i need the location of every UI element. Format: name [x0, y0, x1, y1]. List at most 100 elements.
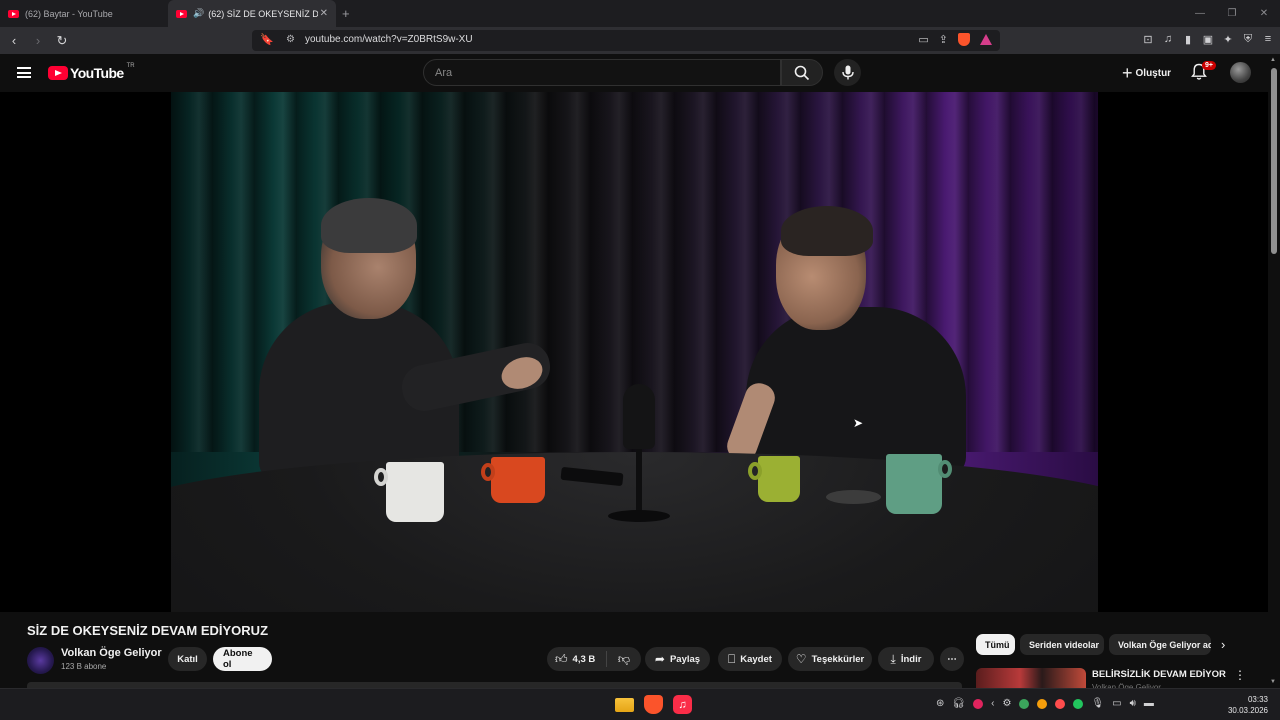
- download-label: İndir: [900, 653, 922, 665]
- join-button[interactable]: Katıl: [168, 647, 207, 671]
- search-input[interactable]: [424, 60, 780, 85]
- create-button[interactable]: + Oluştur: [1116, 63, 1177, 83]
- screenshot-icon[interactable]: ⊡: [1142, 33, 1154, 46]
- headset-icon[interactable]: 🎧︎: [952, 698, 965, 709]
- steam-icon[interactable]: ⊛: [936, 698, 944, 709]
- battery-icon[interactable]: ▬: [1144, 698, 1154, 709]
- site-info-icon[interactable]: ⚙: [286, 34, 295, 45]
- file-explorer-icon[interactable]: [615, 698, 634, 712]
- download-button[interactable]: ⤓ İndir: [878, 647, 934, 671]
- youtube-play-icon: [48, 66, 68, 80]
- share-button[interactable]: ➦ Paylaş: [645, 647, 710, 671]
- restore-icon[interactable]: ❐: [1216, 8, 1248, 19]
- speaker-icon[interactable]: 🔊: [193, 8, 204, 19]
- app-tray-icon[interactable]: [973, 698, 984, 709]
- mic-stand: [636, 447, 642, 517]
- more-actions-button[interactable]: ⋯: [940, 647, 964, 671]
- account-avatar[interactable]: [1230, 62, 1251, 83]
- dislike-button[interactable]: 👎︎: [607, 652, 641, 667]
- scrollbar-thumb[interactable]: [1271, 68, 1277, 254]
- green-mug: [748, 456, 800, 502]
- channel-avatar[interactable]: [27, 647, 54, 674]
- system-clock[interactable]: 03:33 30.03.2026: [1228, 694, 1268, 716]
- search-button[interactable]: [781, 59, 823, 86]
- menu-icon[interactable]: ≡: [1262, 33, 1274, 46]
- hamburger-menu-icon[interactable]: [17, 67, 31, 78]
- brave-rewards-icon[interactable]: [980, 34, 992, 45]
- volume-icon[interactable]: 🔊︎: [1130, 698, 1136, 709]
- chip-all[interactable]: Tümü: [976, 634, 1015, 655]
- forward-icon[interactable]: ›: [28, 33, 48, 48]
- share-label: Paylaş: [669, 653, 701, 665]
- scroll-up-icon[interactable]: ▲: [1270, 57, 1276, 63]
- youtube-logo[interactable]: YouTube TR: [48, 63, 135, 81]
- clock-date: 30.03.2026: [1227, 706, 1268, 715]
- more-horizontal-icon: ⋯: [947, 653, 957, 665]
- brave-browser-icon[interactable]: [644, 695, 663, 714]
- channel-name[interactable]: Volkan Öge Geliyor: [61, 647, 162, 659]
- subscriber-count: 123 B abone: [61, 662, 107, 671]
- scroll-down-icon[interactable]: ▼: [1270, 679, 1276, 685]
- recommendation-title[interactable]: BELİRSİZLİK DEVAM EDİYOR: [1092, 669, 1226, 680]
- chip-channel[interactable]: Volkan Öge Geliyor ad: [1109, 634, 1211, 655]
- sidebar-icon[interactable]: ▮: [1182, 33, 1194, 46]
- address-bar[interactable]: 🔖 ⚙ youtube.com/watch?v=Z0BRtS9w-XU ▭ ⇪: [252, 30, 1000, 51]
- media-icon[interactable]: ♫: [1162, 33, 1174, 46]
- tab-close-icon[interactable]: ✕: [320, 8, 328, 19]
- studio-table: [171, 452, 1098, 612]
- toolbar-right-icons: ⊡ ♫ ▮ ▣ ✦ ⛨ ≡: [1142, 33, 1274, 46]
- vpn-icon[interactable]: ⛨: [1242, 33, 1254, 46]
- save-button[interactable]: ⎕ Kaydet: [718, 647, 782, 671]
- nvidia-icon[interactable]: [1019, 698, 1030, 709]
- video-player[interactable]: ➤: [0, 92, 1268, 612]
- settings-tray-icon[interactable]: ⚙: [1002, 698, 1011, 709]
- thumbs-down-icon: 👎︎: [617, 651, 631, 666]
- windows-taskbar: ♫ ⊛ 🎧︎ ‹ ⚙ 🎙︎ ▭ 🔊︎ ▬ 03:33 30.03.2026: [0, 688, 1280, 720]
- red-app-icon[interactable]: [1055, 698, 1066, 709]
- brave-shields-icon[interactable]: [958, 33, 970, 46]
- tab-current-video[interactable]: 🔊 (62) SİZ DE OKEYSENİZ DEVAM ✕: [168, 0, 336, 27]
- tab-title: (62) SİZ DE OKEYSENİZ DEVAM: [208, 8, 319, 19]
- microphone-tray-icon[interactable]: 🎙︎: [1091, 698, 1104, 709]
- system-tray: ⊛ 🎧︎ ‹ ⚙ 🎙︎ ▭ 🔊︎ ▬: [936, 698, 1154, 709]
- back-icon[interactable]: ‹: [4, 33, 24, 48]
- chevron-up-icon[interactable]: ‹: [991, 698, 994, 709]
- close-window-icon[interactable]: ✕: [1248, 8, 1280, 19]
- wallet-icon[interactable]: ▣: [1202, 33, 1214, 46]
- page-scrollbar[interactable]: ▲ ▼: [1268, 54, 1280, 688]
- orange-mug: [481, 457, 545, 503]
- heart-dollar-icon: ♡: [795, 652, 807, 666]
- url-text[interactable]: youtube.com/watch?v=Z0BRtS9w-XU: [305, 34, 473, 45]
- windows-start-icon[interactable]: [586, 695, 605, 714]
- green-app-icon[interactable]: [1073, 698, 1084, 709]
- bookmark-icon[interactable]: 🔖: [260, 33, 274, 46]
- mouse-cursor-icon: ➤: [853, 416, 864, 430]
- mic-base: [608, 510, 670, 522]
- new-tab-button[interactable]: +: [342, 6, 350, 21]
- voice-search-button[interactable]: [834, 59, 861, 86]
- host-right-hair: [781, 206, 873, 256]
- create-label: Oluştur: [1135, 67, 1172, 79]
- cast-icon[interactable]: ▭: [918, 33, 928, 46]
- security-icon[interactable]: [1037, 698, 1048, 709]
- chip-series-videos[interactable]: Seriden videolar: [1020, 634, 1104, 655]
- like-button[interactable]: 👍︎ 4,3 B: [547, 651, 607, 667]
- tab-baytar[interactable]: (62) Baytar - YouTube: [0, 0, 168, 27]
- more-vertical-icon[interactable]: ⋮: [1234, 668, 1246, 682]
- notifications-button[interactable]: 9+: [1191, 61, 1216, 83]
- browser-toolbar: ‹ › ↻ 🔖 ⚙ youtube.com/watch?v=Z0BRtS9w-X…: [0, 27, 1280, 54]
- thumbs-up-icon: 👍︎: [555, 651, 568, 666]
- display-icon[interactable]: ▭: [1112, 698, 1121, 709]
- reload-icon[interactable]: ↻: [52, 33, 72, 49]
- apple-music-icon[interactable]: ♫: [673, 695, 692, 714]
- teal-mug: [886, 454, 952, 514]
- address-bar-actions: ▭ ⇪: [918, 33, 992, 46]
- share-page-icon[interactable]: ⇪: [939, 33, 948, 46]
- minimize-icon[interactable]: —: [1184, 8, 1216, 19]
- recommendation-thumbnail[interactable]: [976, 668, 1086, 688]
- subscribe-button[interactable]: Abone ol: [213, 647, 272, 671]
- thanks-button[interactable]: ♡ Teşekkürler: [788, 647, 872, 671]
- leo-ai-icon[interactable]: ✦: [1222, 33, 1234, 46]
- chevron-right-icon[interactable]: ›: [1221, 637, 1225, 652]
- video-details: SİZ DE OKEYSENİZ DEVAM EDİYORUZ Volkan Ö…: [0, 612, 1268, 688]
